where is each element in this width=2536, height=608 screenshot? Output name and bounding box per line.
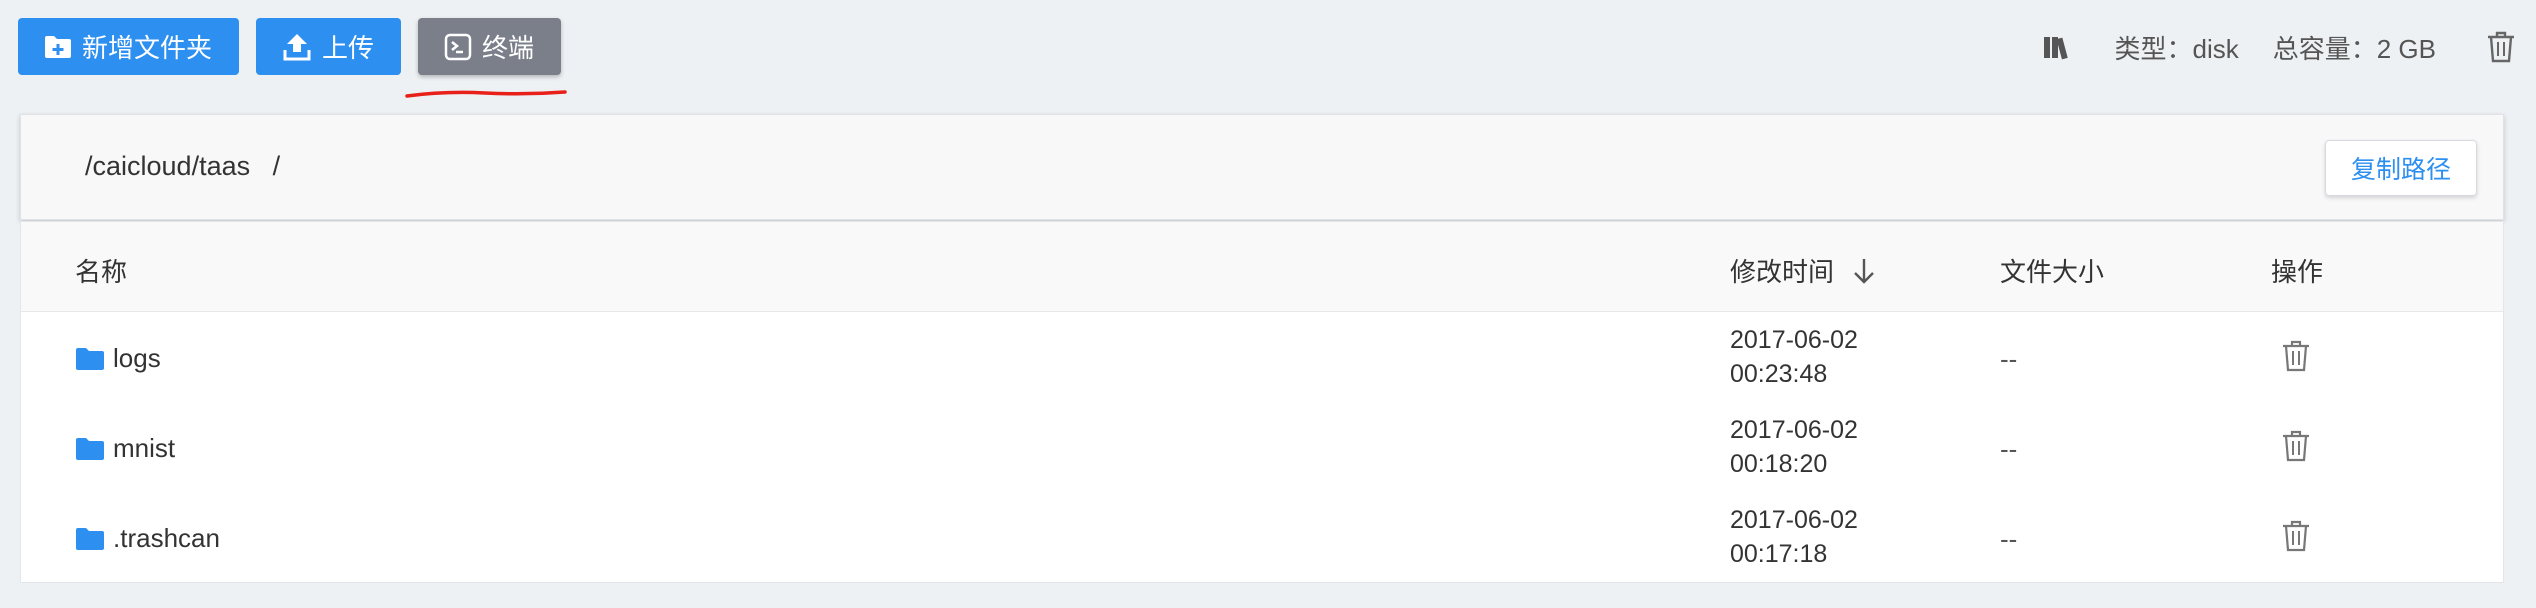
folder-icon [75, 347, 105, 371]
upload-icon [282, 32, 312, 62]
size-cell: -- [2000, 524, 2018, 554]
books-icon [2043, 34, 2071, 60]
table-row[interactable]: mnist 2017-06-02 00:18:20 -- [21, 401, 2503, 491]
trash-icon[interactable] [2486, 31, 2516, 63]
file-name-cell[interactable]: mnist [75, 433, 175, 464]
storage-capacity: 总容量：2 GB [2272, 33, 2436, 64]
terminal-icon [444, 33, 472, 61]
size-cell: -- [2000, 344, 2018, 374]
path-bar: /caicloud/taas / 复制路径 [20, 114, 2504, 220]
upload-button[interactable]: 上传 [256, 18, 402, 75]
header-name[interactable]: 名称 [75, 252, 127, 289]
delete-icon[interactable] [2281, 430, 2311, 462]
folder-plus-icon [44, 35, 72, 59]
header-size[interactable]: 文件大小 [2000, 252, 2104, 289]
file-name-cell[interactable]: .trashcan [75, 523, 220, 554]
delete-icon[interactable] [2281, 340, 2311, 372]
arrow-down-icon[interactable] [1852, 257, 1876, 285]
terminal-button[interactable]: 终端 [418, 18, 562, 75]
toolbar: 新增文件夹 上传 终端 [18, 18, 562, 76]
mtime-cell: 2017-06-02 00:17:18 [1730, 506, 1858, 568]
storage-type: 类型：disk [2114, 33, 2239, 64]
current-path: /caicloud/taas / [85, 151, 281, 181]
file-table: 名称 修改时间 文件大小 操作 logs 2017-06-02 00:23:48… [20, 221, 2504, 583]
size-cell: -- [2000, 434, 2018, 464]
table-row[interactable]: .trashcan 2017-06-02 00:17:18 -- [21, 491, 2503, 581]
delete-icon[interactable] [2281, 520, 2311, 552]
copy-path-button[interactable]: 复制路径 [2325, 140, 2477, 196]
storage-info: 类型：disk 总容量：2 GB [2043, 18, 2517, 76]
mtime-cell: 2017-06-02 00:23:48 [1730, 326, 1858, 388]
table-row[interactable]: logs 2017-06-02 00:23:48 -- [21, 311, 2503, 401]
file-name-cell[interactable]: logs [75, 343, 161, 374]
table-header: 名称 修改时间 文件大小 操作 [21, 222, 2503, 312]
header-mtime[interactable]: 修改时间 [1730, 252, 1876, 289]
folder-icon [75, 437, 105, 461]
annotation-underline [405, 90, 567, 98]
header-ops: 操作 [2271, 257, 2324, 287]
mtime-cell: 2017-06-02 00:18:20 [1730, 416, 1858, 478]
folder-icon [75, 527, 105, 551]
new-folder-button[interactable]: 新增文件夹 [18, 18, 240, 75]
